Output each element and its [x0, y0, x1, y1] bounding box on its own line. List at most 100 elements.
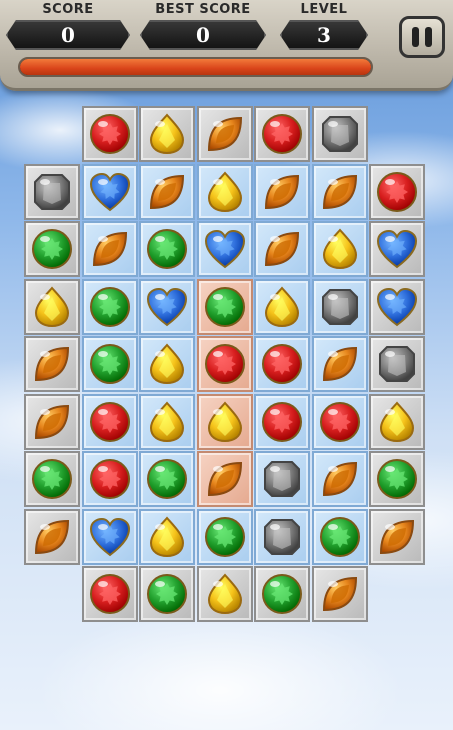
red-gem-icon — [377, 171, 417, 212]
red-gem-icon — [89, 459, 130, 499]
green-gem-icon — [32, 229, 72, 269]
green-gem-icon — [89, 286, 130, 327]
orange-gem-icon — [34, 519, 70, 554]
board-cell[interactable] — [254, 393, 310, 450]
red-gem-icon — [89, 401, 130, 442]
yellow-gem-icon — [207, 400, 242, 442]
blue-gem-icon — [204, 229, 245, 269]
board-cell[interactable] — [311, 221, 368, 277]
board-cell[interactable] — [196, 566, 253, 622]
red-gem-icon — [89, 114, 130, 154]
orange-gem-icon — [264, 174, 300, 209]
board-cell[interactable] — [196, 451, 253, 507]
orange-gem-icon — [207, 461, 242, 497]
green-gem-icon — [262, 574, 302, 614]
board-cell[interactable] — [81, 393, 138, 450]
board-cell[interactable] — [24, 336, 80, 392]
board-cell[interactable] — [139, 566, 195, 622]
orange-gem-icon — [34, 346, 70, 382]
board-cell[interactable] — [254, 221, 310, 277]
board-cell[interactable] — [24, 163, 80, 220]
board-cell[interactable] — [369, 278, 425, 335]
board-cell[interactable] — [311, 393, 368, 450]
yellow-gem-icon — [322, 228, 357, 270]
board-cell[interactable] — [24, 278, 80, 335]
yellow-gem-icon — [149, 400, 185, 442]
board-cell[interactable] — [196, 278, 253, 335]
board-cell[interactable] — [254, 566, 310, 622]
board-cell[interactable] — [24, 451, 80, 507]
gray-gem-icon — [379, 346, 415, 382]
green-gem-icon — [204, 286, 245, 327]
green-gem-icon — [32, 459, 72, 499]
board-cell[interactable] — [139, 221, 195, 277]
yellow-gem-icon — [207, 170, 242, 212]
board-cell[interactable] — [254, 508, 310, 565]
board-cell[interactable] — [196, 393, 253, 450]
gray-gem-icon — [264, 461, 300, 497]
green-gem-icon — [319, 516, 360, 557]
board-cell[interactable] — [139, 336, 195, 392]
board-cell[interactable] — [24, 221, 80, 277]
orange-gem-icon — [149, 174, 185, 209]
board-cell[interactable] — [24, 393, 80, 450]
board-cell[interactable] — [196, 508, 253, 565]
board-cell[interactable] — [24, 508, 80, 565]
board-cell[interactable] — [369, 221, 425, 277]
board-cell[interactable] — [311, 106, 368, 162]
board-cell[interactable] — [254, 278, 310, 335]
board-cell[interactable] — [369, 336, 425, 392]
board-cell[interactable] — [311, 508, 368, 565]
board-cell[interactable] — [139, 451, 195, 507]
yellow-gem-icon — [207, 573, 242, 615]
board-cell[interactable] — [81, 508, 138, 565]
red-gem-icon — [262, 344, 302, 384]
board-cell[interactable] — [196, 163, 253, 220]
board-cell[interactable] — [139, 106, 195, 162]
board-cell[interactable] — [311, 566, 368, 622]
board-cell[interactable] — [369, 163, 425, 220]
board-cell[interactable] — [81, 163, 138, 220]
orange-gem-icon — [322, 174, 357, 209]
board-cell[interactable] — [254, 163, 310, 220]
board-cell[interactable] — [254, 106, 310, 162]
board-cell[interactable] — [254, 336, 310, 392]
board-cell[interactable] — [196, 106, 253, 162]
board-cell[interactable] — [311, 163, 368, 220]
gray-gem-icon — [321, 288, 358, 325]
board-cell[interactable] — [311, 336, 368, 392]
gray-gem-icon — [321, 116, 358, 152]
board-cell[interactable] — [196, 221, 253, 277]
orange-gem-icon — [34, 404, 70, 439]
board-cell[interactable] — [81, 336, 138, 392]
board-cell[interactable] — [81, 221, 138, 277]
gray-gem-icon — [34, 173, 70, 210]
board-cell[interactable] — [81, 278, 138, 335]
board-cell[interactable] — [369, 451, 425, 507]
yellow-gem-icon — [149, 113, 185, 155]
blue-gem-icon — [146, 287, 188, 326]
board-cell[interactable] — [81, 106, 138, 162]
green-gem-icon — [377, 459, 417, 499]
board-cell[interactable] — [369, 508, 425, 565]
orange-gem-icon — [207, 116, 242, 152]
green-gem-icon — [147, 574, 187, 614]
board-cell[interactable] — [311, 278, 368, 335]
board-cell[interactable] — [254, 451, 310, 507]
board-cell[interactable] — [369, 393, 425, 450]
orange-gem-icon — [92, 231, 127, 267]
red-gem-icon — [319, 401, 360, 442]
game-board — [0, 0, 453, 730]
board-cell[interactable] — [139, 278, 195, 335]
board-cell[interactable] — [139, 508, 195, 565]
board-cell[interactable] — [81, 451, 138, 507]
blue-gem-icon — [376, 287, 418, 326]
blue-gem-icon — [89, 517, 130, 556]
board-cell[interactable] — [196, 336, 253, 392]
green-gem-icon — [147, 229, 187, 269]
board-cell[interactable] — [81, 566, 138, 622]
board-cell[interactable] — [311, 451, 368, 507]
board-cell[interactable] — [139, 393, 195, 450]
red-gem-icon — [204, 344, 245, 384]
board-cell[interactable] — [139, 163, 195, 220]
